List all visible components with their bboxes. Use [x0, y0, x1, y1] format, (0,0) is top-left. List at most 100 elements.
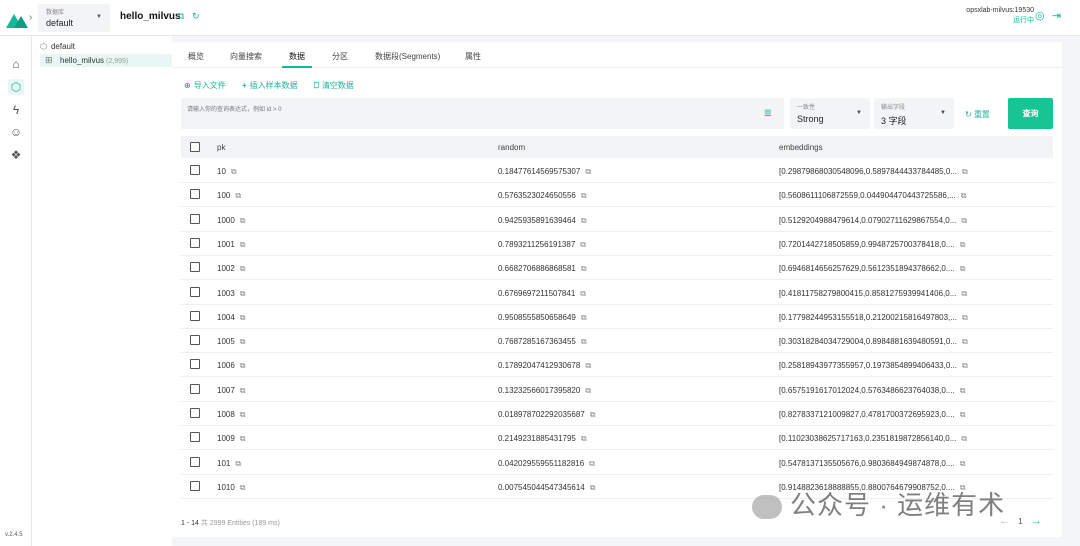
copy-icon[interactable]: ⧉	[589, 459, 595, 468]
settings-icon[interactable]: ❖	[8, 147, 24, 163]
copy-icon[interactable]: ⧉	[581, 216, 587, 225]
copy-icon[interactable]: ⧉	[961, 216, 967, 225]
copy-icon[interactable]: ⧉	[585, 386, 591, 395]
row-checkbox[interactable]	[190, 432, 200, 443]
copy-icon[interactable]: ⧉	[961, 289, 967, 298]
row-checkbox[interactable]	[190, 262, 200, 273]
refresh-icon[interactable]: ↻	[192, 11, 200, 22]
query-button[interactable]: 查询	[1008, 98, 1053, 129]
select-all-checkbox[interactable]	[190, 142, 200, 152]
copy-icon[interactable]: ⧉	[962, 167, 968, 176]
table-row[interactable]: 1007 ⧉ 0.13232566017395820 ⧉ [0.657519161701…	[181, 378, 1053, 402]
copy-icon[interactable]: ⧉	[240, 240, 246, 249]
row-checkbox[interactable]	[190, 408, 200, 418]
logout-icon[interactable]: ⇥	[1052, 9, 1061, 22]
table-row[interactable]: 10 ⧉ 0.18477614569575307 ⧉ [0.29879868030548…	[181, 159, 1053, 183]
copy-icon[interactable]: ⧉	[178, 11, 184, 22]
table-row[interactable]: 1009 ⧉ 0.2149231885431795 ⧉ [0.1102303862571…	[181, 426, 1053, 451]
copy-icon[interactable]: ⧉	[240, 337, 246, 346]
tree-collection-item[interactable]: ⊞ hello_milvus (2,999)	[40, 54, 194, 67]
tab-properties[interactable]: 属性	[465, 51, 481, 62]
copy-icon[interactable]: ⧉	[240, 264, 246, 273]
tab-partitions[interactable]: 分区	[332, 51, 348, 62]
next-page-icon[interactable]: →	[1031, 515, 1042, 527]
table-row[interactable]: 1005 ⧉ 0.7687285167363455 ⧉ [0.3031828403472…	[181, 329, 1053, 354]
copy-icon[interactable]: ⧉	[580, 289, 586, 298]
row-checkbox[interactable]	[190, 359, 200, 370]
table-row[interactable]: 100 ⧉ 0.5763523024650556 ⧉ [0.56086111068725…	[181, 183, 1053, 208]
copy-icon[interactable]: ⧉	[960, 459, 966, 468]
table-row[interactable]: 101 ⧉ 0.042029559551182816 ⧉ [0.547813713550…	[181, 451, 1053, 475]
row-checkbox[interactable]	[190, 310, 200, 321]
copy-icon[interactable]: ⧉	[590, 410, 596, 419]
copy-icon[interactable]: ⧉	[962, 361, 968, 370]
milvus-logo-icon[interactable]	[6, 10, 28, 28]
copy-icon[interactable]: ⧉	[961, 191, 967, 200]
copy-icon[interactable]: ⧉	[240, 313, 246, 322]
tab-segments[interactable]: 数据段(Segments)	[375, 51, 440, 62]
empty-data-button[interactable]: ⎕ 清空数据	[314, 80, 354, 91]
copy-icon[interactable]: ⧉	[580, 240, 586, 249]
copy-icon[interactable]: ⧉	[240, 289, 246, 298]
copy-icon[interactable]: ⧉	[240, 410, 246, 419]
copy-icon[interactable]: ⧉	[960, 264, 966, 273]
copy-icon[interactable]: ⧉	[581, 337, 587, 346]
row-checkbox[interactable]	[190, 383, 200, 394]
copy-icon[interactable]: ⧉	[581, 191, 587, 200]
table-row[interactable]: 1002 ⧉ 0.6682706886868581 ⧉ [0.6946814656257…	[181, 256, 1053, 281]
copy-icon[interactable]: ⧉	[581, 434, 587, 443]
filter-icon[interactable]: ≣	[764, 108, 772, 119]
reset-button[interactable]: ↻ 重置	[965, 109, 990, 120]
copy-icon[interactable]: ⧉	[231, 167, 237, 176]
query-expression-input[interactable]: 请输入你的查询表达式，例如 id > 0 ≣	[181, 98, 784, 129]
table-row[interactable]: 1001 ⧉ 0.7893211256191387 ⧉ [0.7201442718505…	[181, 232, 1053, 256]
copy-icon[interactable]: ⧉	[581, 264, 587, 273]
column-header-pk[interactable]: pk	[217, 143, 225, 152]
column-header-embeddings[interactable]: embeddings	[779, 143, 823, 152]
database-selector[interactable]: 数据库 default ▼	[38, 4, 110, 32]
copy-icon[interactable]: ⧉	[240, 483, 246, 492]
tab-vector-search[interactable]: 向量搜索	[230, 51, 262, 62]
table-row[interactable]: 1000 ⧉ 0.9425935891639464 ⧉ [0.5129204988479…	[181, 208, 1053, 232]
copy-icon[interactable]: ⧉	[585, 167, 591, 176]
copy-icon[interactable]: ⧉	[962, 313, 968, 322]
consistency-select[interactable]: 一致性 Strong ▼	[790, 98, 870, 129]
copy-icon[interactable]: ⧉	[240, 216, 246, 225]
copy-icon[interactable]: ⧉	[240, 361, 246, 370]
tab-data[interactable]: 数据	[289, 51, 305, 62]
row-checkbox[interactable]	[190, 213, 200, 224]
row-checkbox[interactable]	[190, 237, 200, 248]
home-icon[interactable]: ⌂	[8, 56, 24, 72]
user-circle-icon[interactable]: ◎	[1035, 9, 1045, 22]
lightning-icon[interactable]: ϟ	[8, 102, 24, 118]
table-row[interactable]: 1006 ⧉ 0.17892047412930678 ⧉ [0.258189439773…	[181, 353, 1053, 378]
column-header-random[interactable]: random	[498, 143, 525, 152]
copy-icon[interactable]: ⧉	[581, 313, 587, 322]
row-checkbox[interactable]	[190, 165, 200, 175]
table-row[interactable]: 1003 ⧉ 0.6769697211507841 ⧉ [0.4181175827980…	[181, 281, 1053, 305]
copy-icon[interactable]: ⧉	[585, 361, 591, 370]
user-icon[interactable]: ☺	[8, 124, 24, 140]
expand-chevron-icon[interactable]: ›	[29, 12, 32, 23]
copy-icon[interactable]: ⧉	[960, 386, 966, 395]
copy-icon[interactable]: ⧉	[235, 459, 241, 468]
table-row[interactable]: 1008 ⧉ 0.018978702292035687 ⧉ [0.82783371210…	[181, 402, 1053, 426]
tab-overview[interactable]: 概览	[188, 51, 204, 62]
collection-icon[interactable]: ⬡	[8, 79, 24, 95]
row-checkbox[interactable]	[190, 456, 200, 467]
import-file-button[interactable]: ⊕ 导入文件	[184, 80, 226, 91]
copy-icon[interactable]: ⧉	[960, 410, 966, 419]
row-checkbox[interactable]	[190, 335, 200, 346]
row-checkbox[interactable]	[190, 480, 200, 491]
copy-icon[interactable]: ⧉	[590, 483, 596, 492]
copy-icon[interactable]: ⧉	[240, 434, 246, 443]
copy-icon[interactable]: ⧉	[962, 337, 968, 346]
copy-icon[interactable]: ⧉	[235, 191, 241, 200]
row-checkbox[interactable]	[190, 189, 200, 200]
output-fields-select[interactable]: 输出字段 3 字段 ▼	[874, 98, 954, 129]
copy-icon[interactable]: ⧉	[240, 386, 246, 395]
insert-sample-button[interactable]: + 插入样本数据	[242, 80, 298, 91]
row-checkbox[interactable]	[190, 286, 200, 297]
copy-icon[interactable]: ⧉	[961, 434, 967, 443]
tree-database-item[interactable]: ⬡ default	[40, 42, 75, 51]
